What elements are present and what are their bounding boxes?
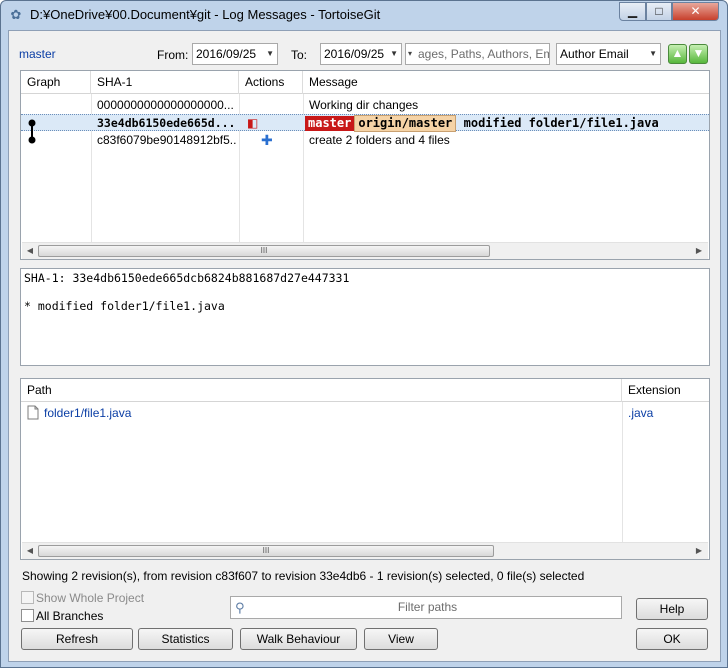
scroll-left-icon[interactable]: ◀	[23, 545, 37, 557]
commit-list-hscrollbar[interactable]: ◀ III ▶	[22, 242, 708, 259]
arrow-down-icon: ▼	[692, 46, 705, 60]
close-button[interactable]: ✕	[672, 2, 719, 21]
to-label: To:	[291, 48, 308, 62]
from-date-picker[interactable]: 2016/09/25 ▼	[192, 43, 278, 65]
scroll-right-icon[interactable]: ▶	[692, 545, 706, 557]
search-placeholder: ages, Paths, Authors, Emails,	[418, 47, 549, 61]
search-field-select[interactable]: Author Email ▼	[556, 43, 661, 65]
commit-message: modified folder1/file1.java	[463, 116, 659, 130]
graph-node	[28, 119, 36, 127]
commit-row-selected[interactable]: 33e4db6150ede665d... ◧ master origin/mast…	[21, 114, 709, 132]
files-list-header: Path Extension	[21, 379, 709, 402]
detail-sha-line: SHA-1: 33e4db6150ede665dcb6824b881687d27…	[24, 271, 350, 285]
all-branches-label: All Branches	[36, 609, 104, 623]
next-button[interactable]: ▼	[689, 44, 708, 64]
scroll-left-icon[interactable]: ◀	[23, 245, 37, 257]
commit-message: create 2 folders and 4 files	[309, 133, 450, 147]
walk-behaviour-button[interactable]: Walk Behaviour	[240, 628, 357, 650]
file-extension: .java	[628, 406, 654, 420]
minimize-button[interactable]: ▁	[619, 2, 646, 21]
chevron-down-icon: ▼	[266, 49, 274, 58]
help-button[interactable]: Help	[636, 598, 708, 620]
column-divider	[622, 402, 623, 544]
column-path[interactable]: Path	[21, 379, 622, 402]
tortoisegit-app-icon: ✿	[10, 7, 22, 22]
scroll-thumb[interactable]: III	[38, 545, 494, 557]
search-dropdown-icon: ▾	[408, 49, 413, 58]
search-field-value: Author Email	[560, 47, 629, 61]
detail-message-line: * modified folder1/file1.java	[24, 299, 225, 313]
arrow-up-icon: ▲	[671, 46, 684, 60]
column-message[interactable]: Message	[303, 71, 709, 94]
from-date-value: 2016/09/25	[196, 47, 257, 61]
ok-button[interactable]: OK	[636, 628, 708, 650]
column-extension[interactable]: Extension	[622, 379, 709, 402]
commit-graph	[28, 119, 36, 144]
previous-button[interactable]: ▲	[668, 44, 687, 64]
filter-paths-input[interactable]: ⚲ Filter paths	[230, 596, 622, 619]
commit-message-cell: master origin/master modified folder1/fil…	[305, 115, 705, 132]
show-whole-project-checkbox[interactable]	[21, 591, 34, 604]
refresh-button[interactable]: Refresh	[21, 628, 133, 650]
maximize-button[interactable]: □	[646, 2, 672, 21]
window-title: D:¥OneDrive¥00.Document¥git - Log Messag…	[30, 7, 381, 22]
chevron-down-icon: ▼	[649, 49, 657, 58]
view-button[interactable]: View	[364, 628, 438, 650]
commit-message: Working dir changes	[309, 98, 419, 112]
chevron-down-icon: ▼	[390, 49, 398, 58]
show-whole-project-label: Show Whole Project	[36, 591, 145, 605]
commit-sha: 33e4db6150ede665d...	[97, 116, 236, 130]
column-graph[interactable]: Graph	[21, 71, 91, 94]
title-bar[interactable]: ✿ D:¥OneDrive¥00.Document¥git - Log Mess…	[1, 1, 727, 29]
scroll-right-icon[interactable]: ▶	[692, 245, 706, 257]
magnifier-icon: ⚲	[235, 600, 245, 615]
commit-sha: c83f6079be90148912bf5...	[97, 133, 237, 147]
filter-paths-placeholder: Filter paths	[397, 600, 458, 614]
branch-link[interactable]: master	[19, 47, 56, 61]
to-date-value: 2016/09/25	[324, 47, 385, 61]
all-branches-checkbox[interactable]	[21, 609, 34, 622]
file-icon	[27, 405, 41, 422]
from-label: From:	[157, 48, 189, 62]
log-messages-window: ✿ D:¥OneDrive¥00.Document¥git - Log Mess…	[0, 0, 728, 668]
commit-detail-pane[interactable]: SHA-1: 33e4db6150ede665dcb6824b881687d27…	[20, 268, 710, 366]
commit-list[interactable]: Graph SHA-1 Actions Message 000000000000…	[20, 70, 710, 260]
file-row[interactable]: folder1/file1.java .java	[21, 405, 709, 422]
graph-node	[28, 136, 36, 144]
file-path: folder1/file1.java	[44, 406, 132, 420]
to-date-picker[interactable]: 2016/09/25 ▼	[320, 43, 402, 65]
branch-tag-origin-master[interactable]: origin/master	[354, 115, 457, 132]
commit-sha: 0000000000000000000...	[97, 98, 234, 112]
scroll-thumb[interactable]: III	[38, 245, 490, 257]
commit-row[interactable]: 0000000000000000000... Working dir chang…	[21, 97, 709, 114]
files-list-hscrollbar[interactable]: ◀ III ▶	[22, 542, 708, 559]
commit-row[interactable]: c83f6079be90148912bf5... ✚ create 2 fold…	[21, 132, 709, 149]
added-action-icon: ✚	[261, 132, 273, 148]
branch-tag-master[interactable]: master	[305, 116, 355, 131]
column-actions[interactable]: Actions	[239, 71, 303, 94]
status-text: Showing 2 revision(s), from revision c83…	[22, 569, 585, 583]
statistics-button[interactable]: Statistics	[138, 628, 233, 650]
dialog-client-area: master From: 2016/09/25 ▼ To: 2016/09/25…	[8, 30, 721, 662]
changed-files-list[interactable]: Path Extension folder1/file1.java .java …	[20, 378, 710, 560]
commit-list-header: Graph SHA-1 Actions Message	[21, 71, 709, 94]
search-input[interactable]: ages, Paths, Authors, Emails, ▾	[405, 43, 550, 65]
column-sha1[interactable]: SHA-1	[91, 71, 239, 94]
modified-action-icon: ◧	[247, 116, 259, 130]
